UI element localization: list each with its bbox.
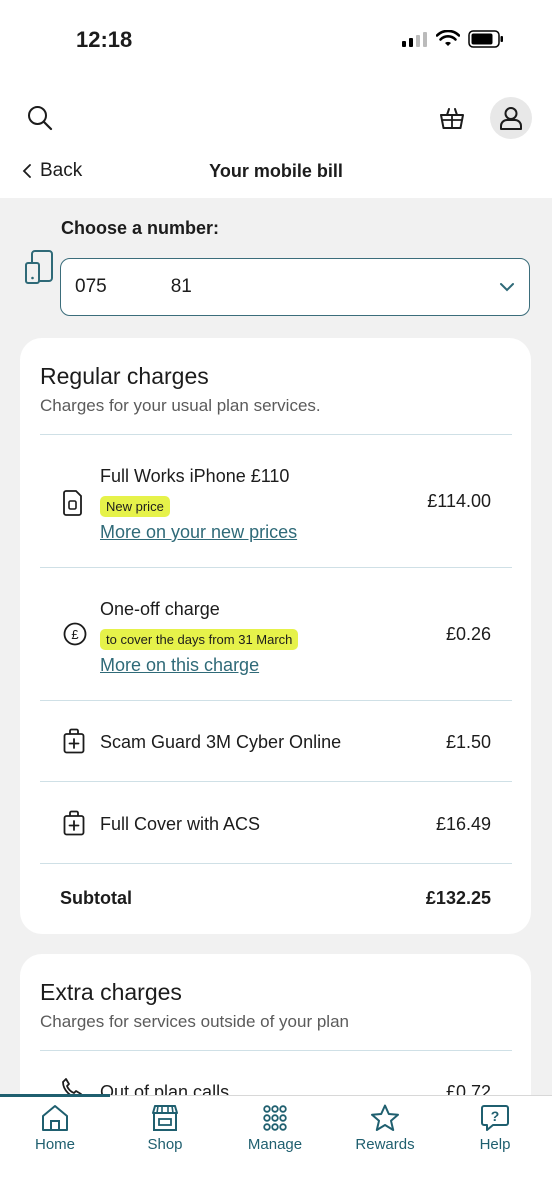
page-title: Your mobile bill [209,161,343,181]
tab-rewards[interactable]: Rewards [330,1104,440,1153]
subtotal-amount: £132.25 [425,888,491,908]
active-tab-indicator [0,1094,110,1097]
new-price-badge: New price [100,496,170,517]
divider [40,567,512,568]
subtotal-label: Subtotal [60,888,132,908]
search-icon [28,106,53,131]
divider [40,1050,512,1051]
charge-amount: £16.49 [435,814,491,834]
grid-icon [263,1105,287,1131]
tab-help[interactable]: ? Help [440,1104,550,1153]
charge-name: One-off charge [100,599,220,619]
profile-button[interactable] [490,97,532,139]
divider [40,863,512,864]
shop-icon [152,1105,178,1131]
regular-charges-card: Regular charges Charges for your usual p… [20,338,531,934]
extra-charges-subtitle: Charges for services outside of your pla… [40,1012,349,1031]
tab-label: Help [479,1136,511,1153]
regular-charges-title: Regular charges [40,363,209,389]
charge-name: Full Cover with ACS [100,814,261,834]
tab-home[interactable]: Home [0,1104,110,1153]
charge-name: Full Works iPhone £110 [100,466,290,486]
chevron-down-icon [500,283,514,292]
add-on-bag-icon [63,810,85,836]
status-icons [402,30,504,48]
number-prefix: 075 [75,276,107,297]
bottom-tab-bar: Home Shop Manage Rewards ? Help [0,1094,552,1201]
add-on-bag-icon [63,728,85,754]
pound-coin-icon: £ [63,622,87,646]
tab-label: Rewards [355,1136,415,1153]
signal-icon [402,32,427,47]
choose-number-label: Choose a number: [61,218,220,238]
battery-icon [468,30,503,48]
charge-amount: £1.50 [445,732,491,752]
top-area: 12:18 Back Your mobile bill [0,0,552,198]
extra-charges-title: Extra charges [40,979,182,1005]
svg-text:£: £ [71,627,79,642]
star-icon [371,1104,399,1131]
charge-name: Scam Guard 3M Cyber Online [100,732,342,752]
help-icon: ? [481,1105,509,1131]
status-time: 12:18 [76,27,133,52]
basket-button[interactable] [438,104,466,132]
tab-shop[interactable]: Shop [110,1104,220,1153]
search-button[interactable] [26,104,54,132]
charge-amount: £114.00 [427,491,491,511]
user-icon [500,107,522,130]
divider [40,781,512,782]
tab-label: Home [34,1136,75,1153]
divider [40,700,512,701]
charge-amount: £0.26 [445,624,491,644]
date-badge: to cover the days from 31 March [100,629,299,650]
basket-icon [440,108,464,129]
home-icon [42,1105,68,1131]
mobile-phone-icon [25,250,53,284]
divider [40,434,512,435]
sim-card-icon [63,490,82,516]
new-prices-link[interactable]: More on your new prices [100,522,297,543]
tab-manage[interactable]: Manage [220,1104,330,1153]
charge-info-link[interactable]: More on this charge [100,655,259,676]
svg-text:?: ? [491,1108,500,1124]
regular-charges-subtitle: Charges for your usual plan services. [40,396,321,415]
tab-label: Shop [147,1136,183,1153]
tab-label: Manage [247,1136,303,1153]
number-suffix: 81 [170,276,192,297]
number-select[interactable]: 075 81 [60,258,530,316]
wifi-icon [436,30,460,46]
